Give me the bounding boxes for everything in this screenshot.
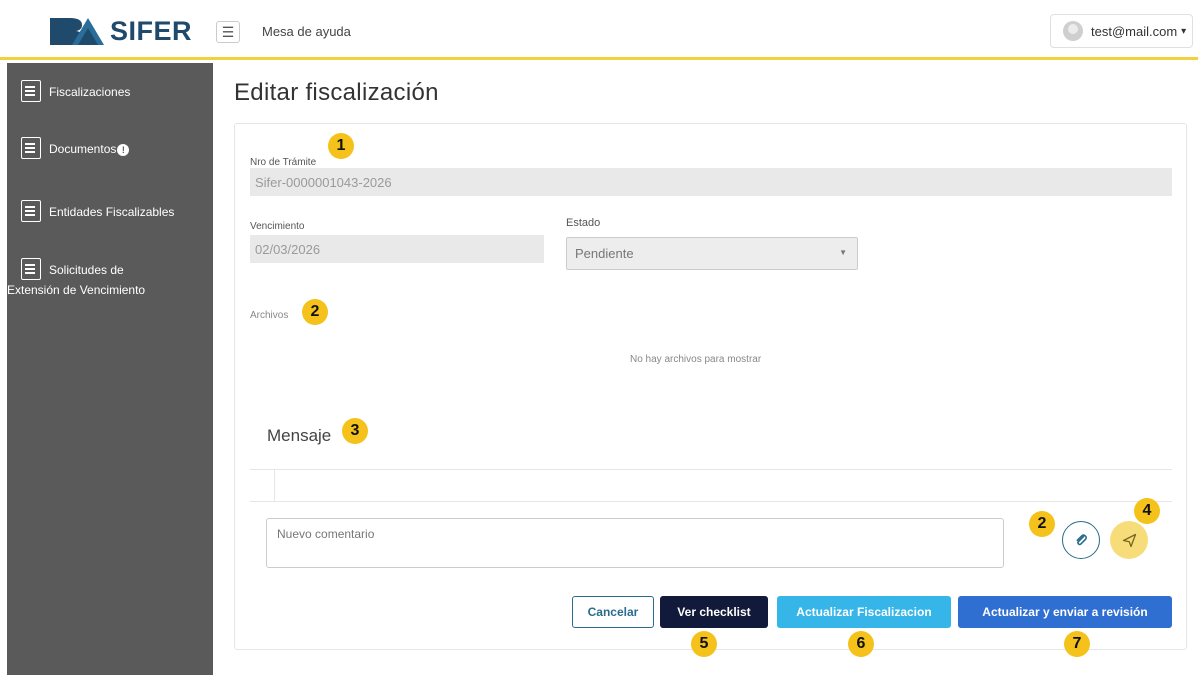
estado-label: Estado [566, 217, 601, 229]
tramite-label: Nro de Trámite [250, 157, 317, 168]
sidebar-item-label-line1: Solicitudes de [49, 263, 124, 277]
callout-5: 5 [691, 631, 717, 657]
callout-6: 6 [848, 631, 874, 657]
logo-mark-icon [50, 18, 104, 45]
calendar-clock-icon [21, 258, 41, 280]
sidebar-item-fiscalizaciones[interactable]: Fiscalizaciones [7, 80, 213, 102]
callout-2: 2 [302, 299, 328, 325]
top-bar: SIFER ☰ Mesa de ayuda test@mail.com ▾ [0, 0, 1198, 60]
sidebar-item-label: Fiscalizaciones [49, 85, 131, 99]
form-card: Nro de Trámite Sifer-0000001043-2026 Ven… [234, 123, 1187, 650]
vencimiento-label: Vencimiento [250, 221, 305, 232]
menu-toggle-button[interactable]: ☰ [216, 21, 240, 43]
cancel-button[interactable]: Cancelar [572, 596, 654, 628]
document-icon [21, 137, 41, 159]
logo-text: SIFER [110, 15, 193, 46]
sidebar: Fiscalizaciones Documentos! Entidades Fi… [7, 63, 213, 675]
sidebar-item-label: Documentos [49, 142, 117, 156]
callout-2: 2 [1029, 511, 1055, 537]
logo: SIFER [48, 13, 198, 49]
archivos-empty-text: No hay archivos para mostrar [630, 354, 762, 365]
info-badge-icon: ! [117, 143, 130, 156]
user-email: test@mail.com [1091, 23, 1178, 39]
archivos-label: Archivos [250, 310, 289, 321]
vencimiento-field: 02/03/2026 [250, 235, 544, 263]
avatar [1063, 21, 1083, 41]
callout-7: 7 [1064, 631, 1090, 657]
tramite-field: Sifer-0000001043-2026 [250, 168, 1172, 196]
ver-checklist-button[interactable]: Ver checklist [660, 596, 768, 628]
estado-select[interactable]: Pendiente ▼ [566, 237, 858, 270]
send-icon [1122, 533, 1136, 547]
sidebar-item-solicitudes[interactable]: Solicitudes de Extensión de Vencimiento [7, 258, 213, 298]
sidebar-item-documentos[interactable]: Documentos! [7, 137, 213, 159]
chevron-down-icon: ▼ [839, 248, 847, 257]
send-button[interactable] [1110, 521, 1148, 559]
sidebar-item-label: Entidades Fiscalizables [49, 205, 175, 219]
document-search-icon [21, 80, 41, 102]
bank-icon [21, 200, 41, 222]
mensaje-heading: Mensaje [267, 426, 332, 445]
actualizar-fiscalizacion-button[interactable]: Actualizar Fiscalizacion [777, 596, 951, 628]
divider [250, 501, 1172, 502]
comentario-textarea[interactable]: Nuevo comentario [266, 518, 1004, 568]
user-menu-button[interactable]: test@mail.com ▾ [1050, 14, 1193, 48]
attach-button[interactable] [1062, 521, 1100, 559]
callout-3: 3 [342, 418, 368, 444]
callout-4: 4 [1134, 498, 1160, 524]
actualizar-enviar-button[interactable]: Actualizar y enviar a revisión [958, 596, 1172, 628]
chevron-down-icon: ▾ [1181, 25, 1187, 37]
sidebar-item-label-line2: Extensión de Vencimiento [7, 283, 146, 297]
callout-1: 1 [328, 133, 354, 159]
estado-value: Pendiente [575, 246, 634, 261]
sidebar-item-entidades[interactable]: Entidades Fiscalizables [7, 200, 213, 222]
page-title: Editar fiscalización [234, 79, 439, 106]
divider [274, 469, 275, 501]
hamburger-icon: ☰ [221, 23, 235, 40]
divider [250, 469, 1172, 470]
topbar-title: Mesa de ayuda [262, 24, 351, 39]
paperclip-icon [1076, 534, 1087, 546]
